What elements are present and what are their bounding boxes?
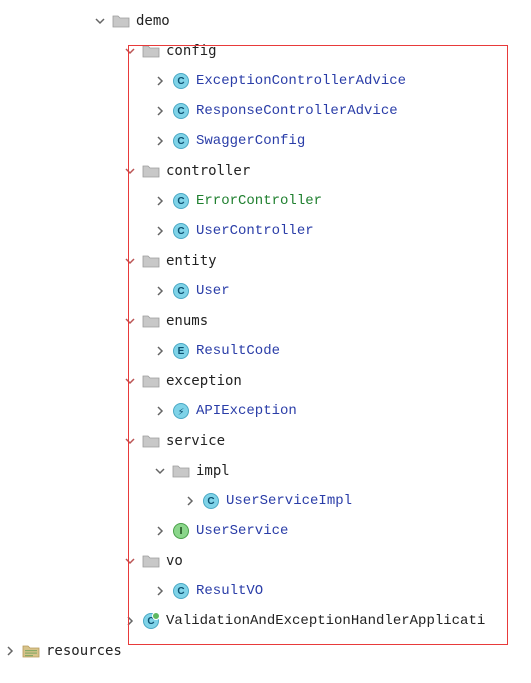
folder-label: demo	[136, 13, 170, 29]
chevron-right-icon[interactable]	[152, 133, 168, 149]
project-tree: demo config C ExceptionControllerAdvice …	[0, 6, 531, 666]
tree-row[interactable]: controller	[0, 156, 531, 186]
folder-label: impl	[196, 463, 230, 479]
folder-label: resources	[46, 643, 122, 659]
chevron-right-icon[interactable]	[152, 283, 168, 299]
tree-row[interactable]: C ResponseControllerAdvice	[0, 96, 531, 126]
chevron-down-icon[interactable]	[122, 433, 138, 449]
folder-icon	[142, 374, 160, 388]
chevron-right-icon[interactable]	[152, 343, 168, 359]
chevron-down-icon[interactable]	[122, 253, 138, 269]
folder-icon	[142, 164, 160, 178]
tree-row[interactable]: ⚡ APIException	[0, 396, 531, 426]
folder-icon	[142, 254, 160, 268]
tree-row[interactable]: service	[0, 426, 531, 456]
class-label: UserServiceImpl	[226, 493, 352, 509]
class-label: ResponseControllerAdvice	[196, 103, 398, 119]
class-label: User	[196, 283, 230, 299]
tree-row[interactable]: entity	[0, 246, 531, 276]
folder-label: service	[166, 433, 225, 449]
chevron-right-icon[interactable]	[152, 583, 168, 599]
folder-icon	[172, 464, 190, 478]
tree-row[interactable]: C UserServiceImpl	[0, 486, 531, 516]
class-icon: C	[202, 492, 220, 510]
class-label: ValidationAndExceptionHandlerApplicati	[166, 613, 485, 629]
tree-row[interactable]: impl	[0, 456, 531, 486]
tree-row[interactable]: demo	[0, 6, 531, 36]
chevron-down-icon[interactable]	[122, 373, 138, 389]
tree-row[interactable]: I UserService	[0, 516, 531, 546]
chevron-right-icon[interactable]	[122, 613, 138, 629]
class-label: UserService	[196, 523, 288, 539]
class-label: ErrorController	[196, 193, 322, 209]
folder-label: controller	[166, 163, 250, 179]
tree-row[interactable]: enums	[0, 306, 531, 336]
folder-icon	[112, 14, 130, 28]
tree-row[interactable]: C ResultVO	[0, 576, 531, 606]
class-label: UserController	[196, 223, 314, 239]
chevron-right-icon[interactable]	[152, 223, 168, 239]
tree-row[interactable]: C ExceptionControllerAdvice	[0, 66, 531, 96]
chevron-right-icon[interactable]	[182, 493, 198, 509]
tree-row[interactable]: resources	[0, 636, 531, 666]
folder-label: config	[166, 43, 217, 59]
folder-icon	[142, 44, 160, 58]
exception-class-icon: ⚡	[172, 402, 190, 420]
tree-row[interactable]: E ResultCode	[0, 336, 531, 366]
folder-label: entity	[166, 253, 217, 269]
class-label: ResultVO	[196, 583, 263, 599]
class-icon: C	[172, 132, 190, 150]
interface-icon: I	[172, 522, 190, 540]
tree-row[interactable]: config	[0, 36, 531, 66]
chevron-right-icon[interactable]	[152, 523, 168, 539]
chevron-down-icon[interactable]	[122, 43, 138, 59]
chevron-right-icon[interactable]	[152, 193, 168, 209]
folder-icon	[142, 434, 160, 448]
chevron-down-icon[interactable]	[122, 553, 138, 569]
tree-row[interactable]: vo	[0, 546, 531, 576]
chevron-right-icon[interactable]	[152, 73, 168, 89]
class-icon: C	[172, 192, 190, 210]
folder-icon	[142, 314, 160, 328]
folder-icon	[142, 554, 160, 568]
chevron-down-icon[interactable]	[92, 13, 108, 29]
folder-label: enums	[166, 313, 208, 329]
tree-row[interactable]: C ErrorController	[0, 186, 531, 216]
class-icon: C	[172, 102, 190, 120]
folder-label: vo	[166, 553, 183, 569]
tree-row[interactable]: C SwaggerConfig	[0, 126, 531, 156]
chevron-down-icon[interactable]	[152, 463, 168, 479]
resources-folder-icon	[22, 644, 40, 658]
enum-icon: E	[172, 342, 190, 360]
class-icon: C	[172, 72, 190, 90]
class-icon: C	[172, 222, 190, 240]
class-icon: C	[172, 582, 190, 600]
folder-label: exception	[166, 373, 242, 389]
class-label: ResultCode	[196, 343, 280, 359]
tree-row[interactable]: exception	[0, 366, 531, 396]
class-label: APIException	[196, 403, 297, 419]
chevron-down-icon[interactable]	[122, 313, 138, 329]
tree-row[interactable]: C ValidationAndExceptionHandlerApplicati	[0, 606, 531, 636]
class-label: SwaggerConfig	[196, 133, 305, 149]
class-label: ExceptionControllerAdvice	[196, 73, 406, 89]
runnable-class-icon: C	[142, 612, 160, 630]
chevron-down-icon[interactable]	[122, 163, 138, 179]
tree-row[interactable]: C UserController	[0, 216, 531, 246]
chevron-right-icon[interactable]	[152, 403, 168, 419]
chevron-right-icon[interactable]	[152, 103, 168, 119]
class-icon: C	[172, 282, 190, 300]
tree-row[interactable]: C User	[0, 276, 531, 306]
chevron-right-icon[interactable]	[2, 643, 18, 659]
